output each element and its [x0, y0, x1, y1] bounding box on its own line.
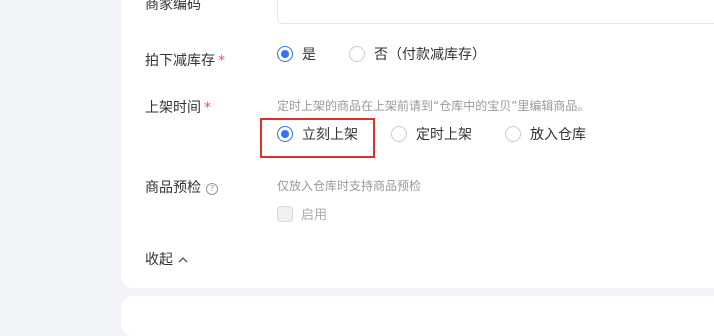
listing-time-label: 上架时间 * [145, 100, 211, 116]
precheck-hint: 仅放入仓库时支持商品预检 [277, 179, 422, 193]
precheck-label: 商品预检? [145, 177, 218, 197]
listing-time-hint: 定时上架的商品在上架前请到“仓库中的宝贝”里编辑商品。 [277, 99, 590, 113]
required-mark: * [218, 53, 225, 69]
collapse-toggle[interactable]: 收起 [145, 249, 188, 269]
precheck-enable-checkbox[interactable]: 启用 [277, 204, 327, 223]
reduce-stock-no-radio[interactable]: 否（付款减库存） [349, 44, 486, 64]
radio-unchecked-icon [391, 126, 407, 142]
merchant-code-input[interactable] [277, 0, 714, 24]
merchant-code-label: 商家编码 [145, 0, 201, 13]
radio-unchecked-icon [349, 46, 365, 62]
highlight-box [260, 118, 375, 158]
checkbox-icon [277, 205, 293, 222]
radio-unchecked-icon [505, 126, 521, 142]
next-card [121, 296, 714, 336]
listing-scheduled-radio[interactable]: 定时上架 [391, 124, 472, 144]
radio-checked-icon [277, 46, 293, 62]
reduce-stock-yes-radio[interactable]: 是 [277, 44, 316, 64]
chevron-up-icon [178, 251, 188, 267]
required-mark: * [204, 100, 211, 116]
reduce-stock-label: 拍下减库存 * [145, 53, 225, 69]
question-circle-icon[interactable]: ? [206, 183, 218, 195]
listing-warehouse-radio[interactable]: 放入仓库 [505, 124, 586, 144]
